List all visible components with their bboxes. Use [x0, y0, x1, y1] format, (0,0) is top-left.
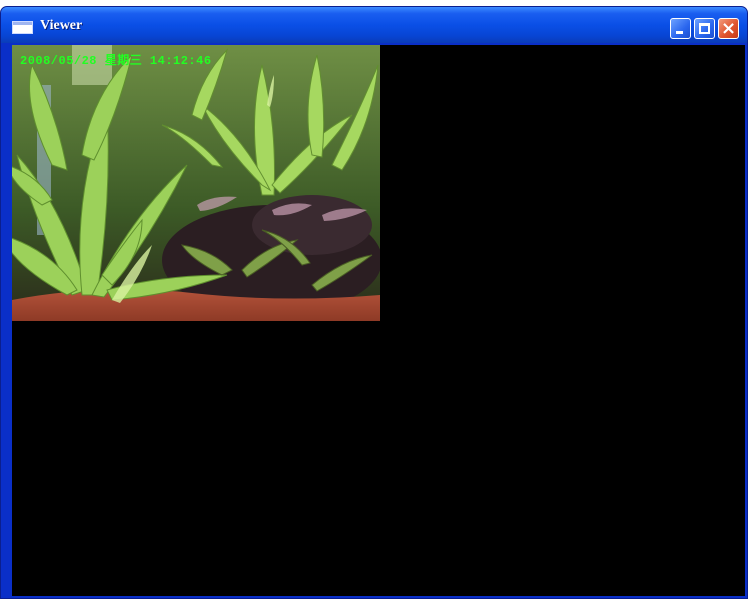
minimize-icon [676, 31, 683, 34]
viewer-client-area: 2008/05/28 星期三 14:12:46 [12, 45, 745, 596]
title-bar[interactable]: Viewer × [1, 7, 747, 43]
close-button[interactable]: × [718, 18, 739, 39]
app-window-icon[interactable] [12, 21, 33, 34]
video-timestamp-overlay: 2008/05/28 星期三 14:12:46 [20, 54, 212, 68]
window-title: Viewer [40, 18, 83, 33]
maximize-button[interactable] [694, 18, 715, 39]
close-icon: × [720, 18, 737, 39]
minimize-button[interactable] [670, 18, 691, 39]
aquarium-image [12, 45, 380, 321]
video-frame: 2008/05/28 星期三 14:12:46 [12, 45, 380, 321]
maximize-icon [699, 23, 710, 34]
viewer-window: Viewer × 2008/05/28 星期三 14:12:46 [0, 6, 748, 599]
